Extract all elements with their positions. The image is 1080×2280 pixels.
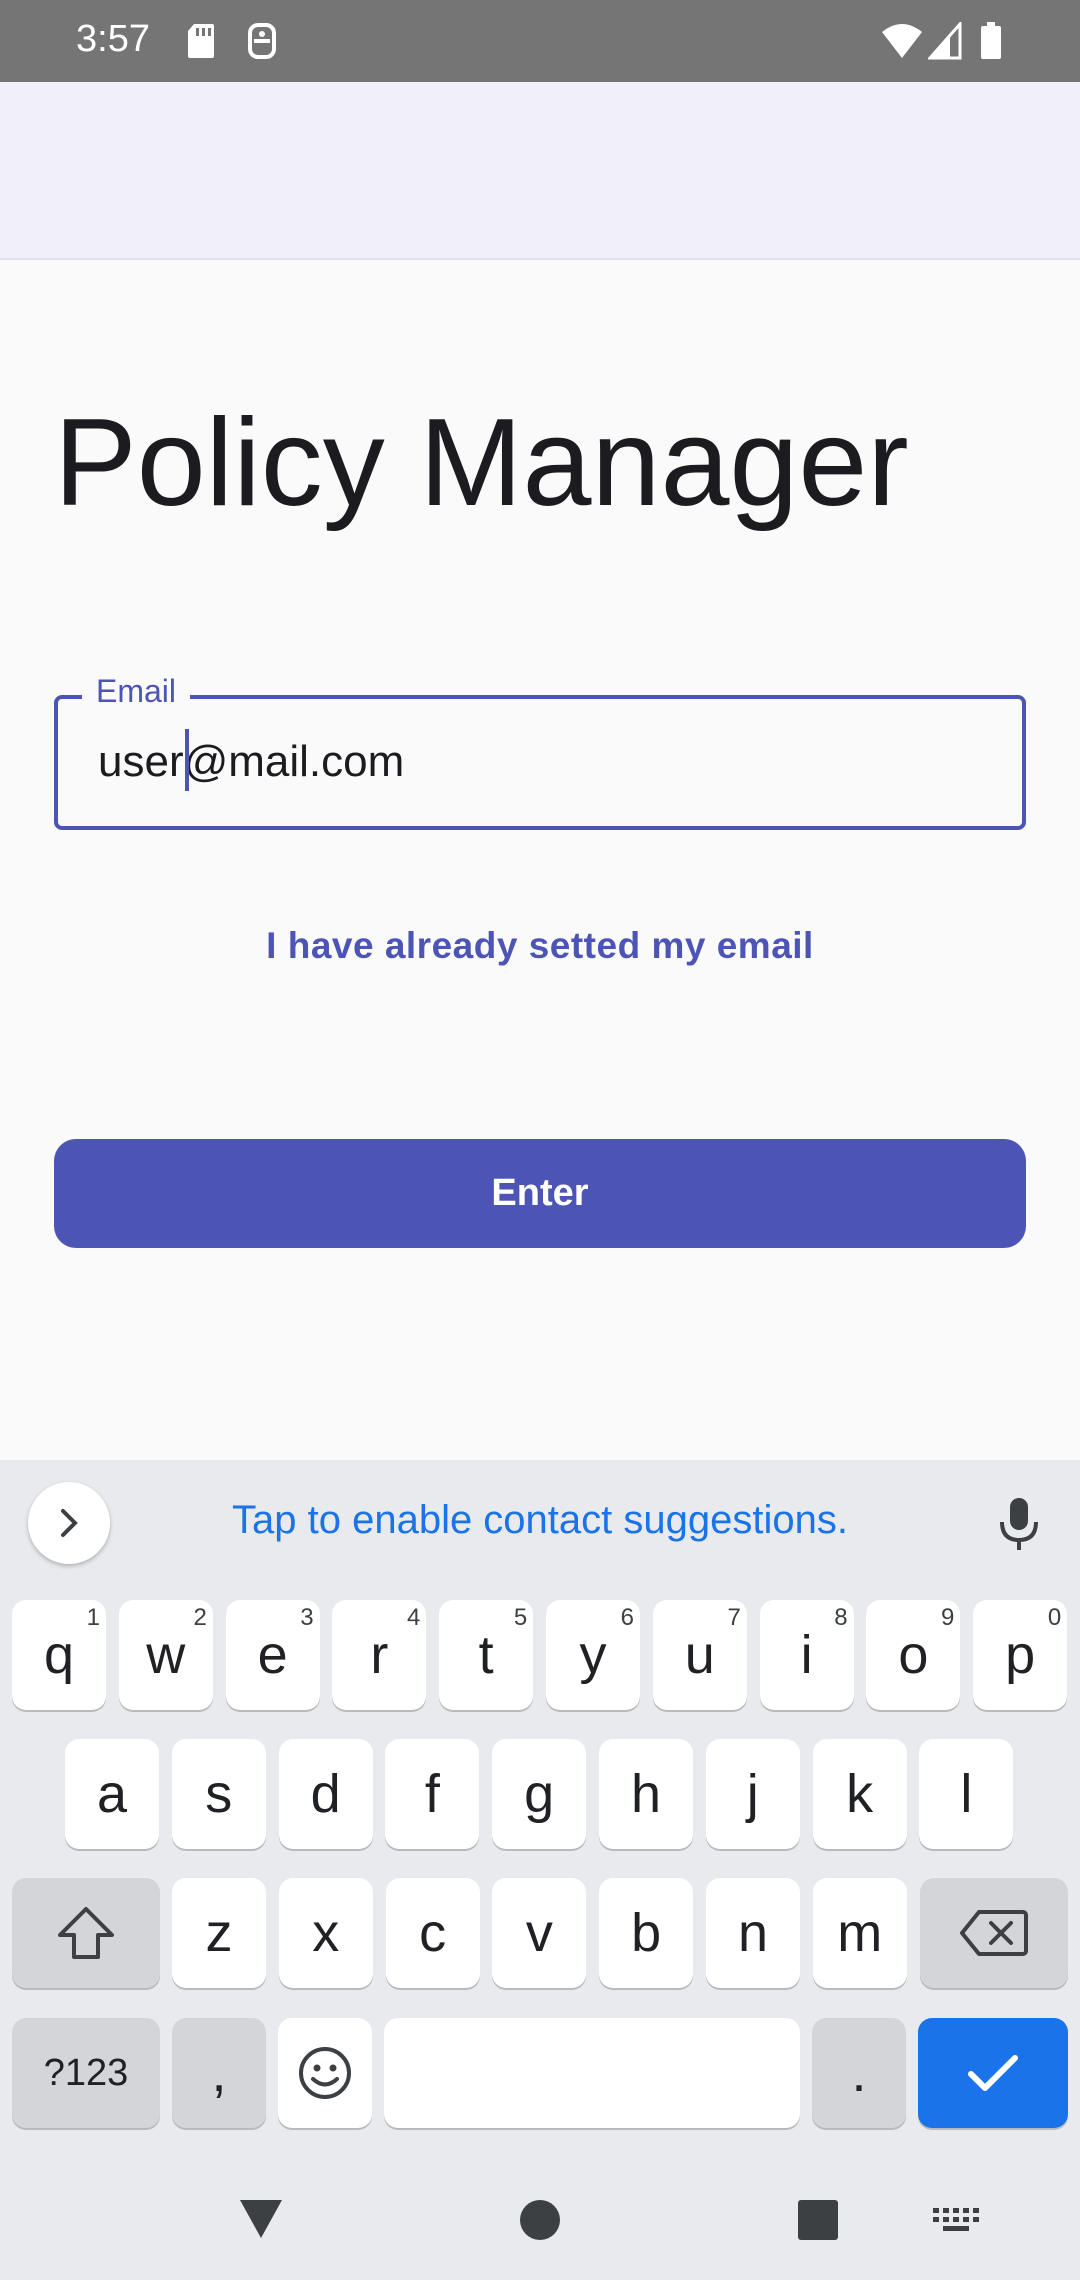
key-s[interactable]: s [171, 1739, 266, 1849]
already-set-email-link[interactable]: I have already setted my email [0, 925, 1080, 967]
key-x[interactable]: x [278, 1878, 373, 1988]
key-g[interactable]: g [492, 1739, 587, 1849]
email-field-label: Email [82, 673, 191, 710]
app-bar [0, 82, 1080, 260]
back-triangle-icon[interactable] [236, 2196, 286, 2242]
suggestion-prompt[interactable]: Tap to enable contact suggestions. [0, 1498, 1080, 1543]
key-q[interactable]: q1 [12, 1600, 106, 1710]
key-e[interactable]: e3 [225, 1600, 320, 1710]
symbols-key[interactable]: ?123 [12, 2018, 160, 2128]
key-number-hint: 9 [941, 1604, 955, 1631]
microphone-icon[interactable] [998, 1496, 1040, 1552]
key-number-hint: 0 [1047, 1604, 1062, 1631]
key-label: u [684, 1625, 715, 1685]
wifi-icon [882, 24, 922, 58]
key-number-hint: 3 [300, 1604, 314, 1631]
shift-arrow-icon [58, 1907, 114, 1959]
key-o[interactable]: o9 [866, 1600, 961, 1710]
key-number-hint: 5 [513, 1604, 528, 1631]
navigation-bar [0, 2160, 1080, 2280]
key-d[interactable]: d [278, 1739, 373, 1849]
key-number-hint: 2 [193, 1604, 207, 1631]
key-a[interactable]: a [65, 1739, 159, 1849]
key-label: r [370, 1625, 389, 1685]
checkmark-icon [968, 2055, 1018, 2091]
page-title: Policy Manager [54, 394, 909, 532]
key-label: w [146, 1625, 186, 1685]
battery-icon [981, 22, 1001, 59]
key-number-hint: 8 [834, 1604, 848, 1631]
key-c[interactable]: c [385, 1878, 480, 1988]
email-field[interactable]: Email user@mail.com [54, 673, 1026, 830]
key-label: y [579, 1625, 607, 1685]
shift-key[interactable] [12, 1878, 160, 1988]
key-m[interactable]: m [812, 1878, 907, 1988]
key-u[interactable]: u7 [652, 1600, 747, 1710]
period-key[interactable]: . [812, 2018, 906, 2128]
sd-card-icon [188, 24, 214, 58]
space-key[interactable] [384, 2018, 800, 2128]
key-j[interactable]: j [705, 1739, 800, 1849]
emoji-key[interactable] [278, 2018, 372, 2128]
emoji-icon [299, 2047, 351, 2099]
key-t[interactable]: t5 [439, 1600, 534, 1710]
key-label: o [898, 1625, 929, 1685]
comma-key[interactable]: , [172, 2018, 266, 2128]
key-label: e [257, 1625, 288, 1685]
key-l[interactable]: l [919, 1739, 1014, 1849]
accessibility-icon [248, 23, 276, 59]
key-k[interactable]: k [812, 1739, 907, 1849]
key-w[interactable]: w2 [118, 1600, 213, 1710]
key-r[interactable]: r4 [332, 1600, 427, 1710]
text-cursor [185, 729, 189, 791]
key-label: q [43, 1625, 75, 1685]
key-number-hint: 1 [86, 1604, 100, 1631]
key-label: i [800, 1625, 813, 1685]
status-time: 3:57 [76, 18, 150, 60]
signal-icon [928, 22, 962, 60]
key-f[interactable]: f [385, 1739, 480, 1849]
key-label: p [1005, 1625, 1036, 1685]
key-i[interactable]: i8 [759, 1600, 854, 1710]
enter-button[interactable]: Enter [54, 1139, 1026, 1248]
key-n[interactable]: n [706, 1878, 800, 1988]
backspace-icon [960, 1910, 1028, 1956]
key-number-hint: 7 [727, 1604, 741, 1631]
recents-square-icon[interactable] [798, 2200, 838, 2240]
on-screen-keyboard: Tap to enable contact suggestions. q1w2e… [0, 1460, 1080, 2280]
status-bar: 3:57 [0, 0, 1080, 82]
key-p[interactable]: p0 [973, 1600, 1068, 1710]
email-field-value[interactable]: user@mail.com [98, 737, 404, 787]
home-circle-icon[interactable] [518, 2198, 562, 2242]
backspace-key[interactable] [920, 1878, 1068, 1988]
key-number-hint: 4 [407, 1604, 421, 1631]
done-key[interactable] [918, 2018, 1068, 2128]
key-y[interactable]: y6 [546, 1600, 640, 1710]
keyboard-switch-icon[interactable] [933, 2208, 979, 2236]
key-label: t [478, 1625, 494, 1685]
key-b[interactable]: b [599, 1878, 694, 1988]
key-h[interactable]: h [599, 1739, 693, 1849]
key-number-hint: 6 [620, 1604, 634, 1631]
key-z[interactable]: z [172, 1878, 266, 1988]
key-v[interactable]: v [492, 1878, 587, 1988]
